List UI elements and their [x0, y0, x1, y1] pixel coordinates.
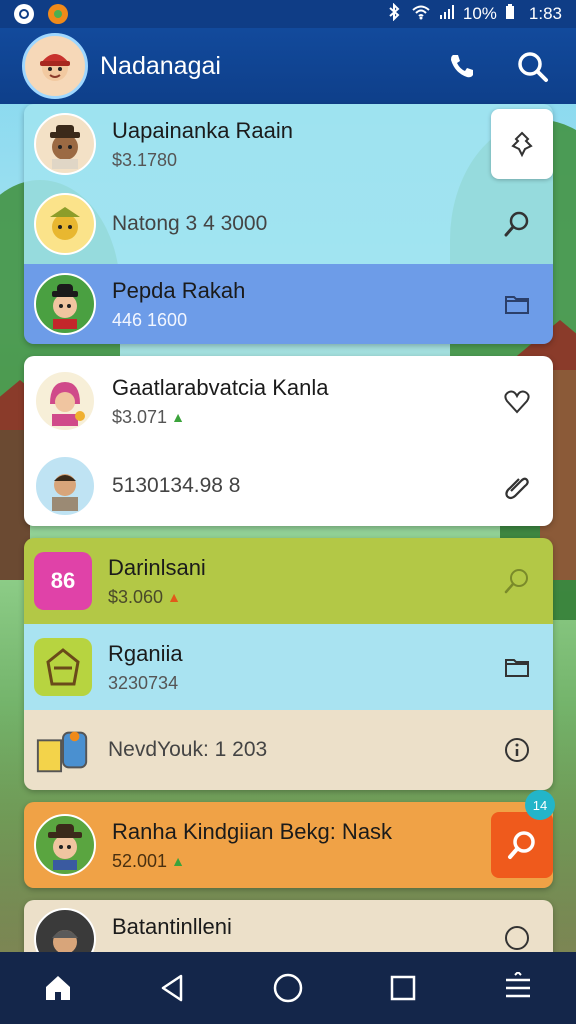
heart-icon[interactable] — [495, 379, 539, 423]
app-avatar: 86 — [34, 552, 92, 610]
list-item[interactable]: Uapainanka Raain $3.1780 — [24, 104, 553, 184]
app-avatar — [34, 638, 92, 696]
list-card: Uapainanka Raain $3.1780 Natong 3 4 3000 — [24, 104, 553, 344]
list-card: 86 Darinlsani $3.060 ▲ Rganiia 3230734 N… — [24, 538, 553, 790]
clock: 1:83 — [528, 4, 562, 23]
list-item[interactable]: 5130134.98 8 — [24, 446, 553, 526]
search-icon[interactable] — [495, 559, 539, 603]
menu-icon[interactable] — [493, 963, 543, 1013]
avatar — [34, 273, 96, 335]
item-value: $3.071 — [112, 406, 168, 427]
list-item[interactable]: 86 Darinlsani $3.060 ▲ — [24, 538, 553, 624]
avatar — [34, 193, 96, 255]
item-name: Ranha Kindgiian Bekg: Nask — [112, 818, 393, 844]
app-header: Nadanagai — [0, 28, 576, 104]
bluetooth-icon — [385, 2, 403, 26]
info-icon[interactable] — [495, 728, 539, 772]
item-value-row: $3.071 ▲ — [112, 407, 495, 428]
list-card: Gaatlarabvatcia Kanla $3.071 ▲ 5130134.9… — [24, 356, 553, 526]
navigation-bar — [0, 952, 576, 1024]
pin-icon[interactable] — [491, 109, 553, 179]
avatar — [34, 370, 96, 432]
item-name: 5130134.98 8 — [112, 474, 241, 497]
signal-icon — [439, 4, 455, 25]
item-name: Rganiia — [108, 640, 183, 666]
battery-percent: 10% — [462, 4, 497, 23]
notification-icon — [14, 4, 34, 24]
item-name: Natong 3 4 3000 — [112, 212, 268, 235]
item-name: NevdYouk: 1 203 — [108, 738, 268, 761]
list-item[interactable]: Ranha Kindgiian Bekg: Nask 52.001 ▲ 14 — [24, 790, 555, 888]
back-icon[interactable] — [148, 963, 198, 1013]
search-icon[interactable] — [495, 202, 539, 246]
search-icon[interactable] — [510, 44, 554, 88]
list-card: Ranha Kindgiian Bekg: Nask 52.001 ▲ 14 — [24, 790, 555, 888]
wifi-icon — [411, 4, 431, 25]
trend-up-icon: ▲ — [171, 853, 185, 869]
item-name: Batantinlleni — [112, 914, 232, 939]
item-name: Uapainanka Raain — [112, 117, 294, 143]
recents-icon[interactable] — [378, 963, 428, 1013]
item-name: Pepda Rakah — [112, 277, 246, 303]
status-bar: 10% 1:83 — [0, 0, 576, 28]
contact-list: Uapainanka Raain $3.1780 Natong 3 4 3000 — [24, 104, 555, 970]
folder-icon[interactable] — [495, 645, 539, 689]
profile-avatar[interactable] — [22, 33, 88, 99]
home-circle-icon[interactable] — [263, 963, 313, 1013]
phone-icon[interactable] — [440, 44, 484, 88]
avatar — [34, 455, 96, 517]
attachment-icon[interactable] — [495, 464, 539, 508]
item-value: $3.1780 — [112, 149, 178, 170]
list-item[interactable]: Pepda Rakah 446 1600 — [24, 264, 553, 344]
app-title: Nadanagai — [100, 51, 221, 80]
item-name: Gaatlarabvatcia Kanla — [112, 374, 329, 400]
app-avatar — [34, 721, 92, 779]
search-button[interactable] — [491, 812, 553, 878]
folder-icon[interactable] — [495, 282, 539, 326]
list-item[interactable]: Rganiia 3230734 — [24, 624, 553, 710]
trend-up-icon: ▲ — [171, 409, 185, 425]
item-value-row: 52.001 ▲ — [112, 851, 491, 872]
avatar — [34, 814, 96, 876]
list-item[interactable]: Natong 3 4 3000 — [24, 184, 553, 264]
avatar — [34, 113, 96, 175]
item-value: 446 1600 — [112, 309, 188, 330]
search-icon — [508, 831, 535, 859]
item-name: Darinlsani — [108, 554, 206, 580]
item-value: 3230734 — [108, 672, 179, 693]
app-badge-text: 86 — [50, 568, 76, 593]
app-icon — [48, 4, 68, 24]
trend-up-icon: ▲ — [167, 589, 181, 605]
battery-icon — [505, 3, 515, 25]
list-item[interactable]: Gaatlarabvatcia Kanla $3.071 ▲ — [24, 356, 553, 446]
item-value: 52.001 — [112, 850, 168, 871]
item-value: $3.060 — [108, 586, 164, 607]
notification-badge: 14 — [525, 790, 555, 820]
list-item[interactable]: NevdYouk: 1 203 — [24, 710, 553, 790]
item-value-row: $3.060 ▲ — [108, 587, 495, 608]
home-icon[interactable] — [33, 963, 83, 1013]
